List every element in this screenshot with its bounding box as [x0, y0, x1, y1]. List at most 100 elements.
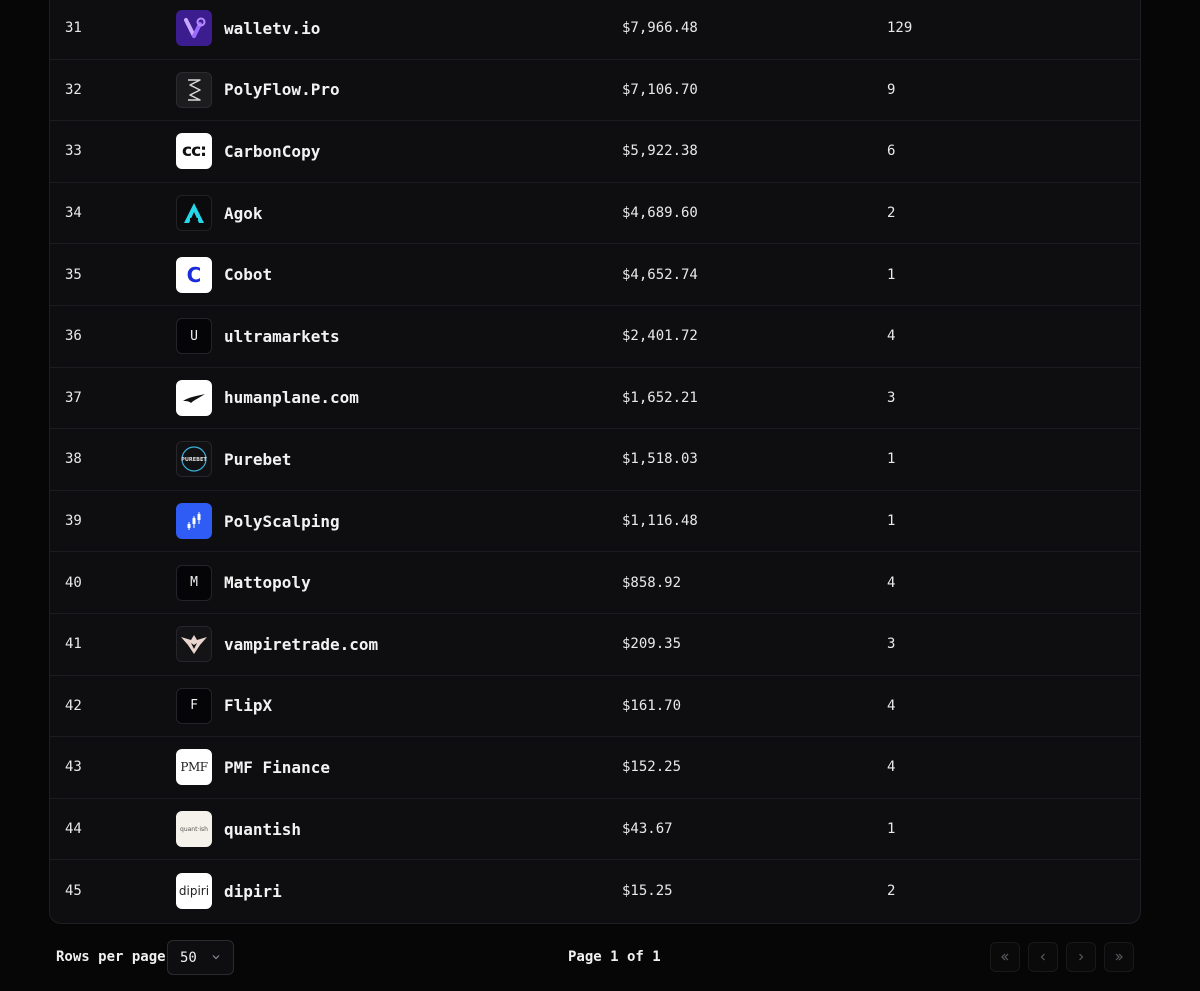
- carboncopy-icon: cc:: [176, 133, 212, 170]
- count-cell: 9: [887, 81, 896, 98]
- purebet-icon: PUREBET: [176, 441, 212, 478]
- rank-cell: 34: [65, 205, 82, 222]
- name-cell: Agok: [176, 195, 263, 232]
- rank-cell: 45: [65, 883, 82, 900]
- app-name: Mattopoly: [224, 573, 311, 593]
- rank-cell: 35: [65, 266, 82, 283]
- rows-per-page-label: Rows per page: [56, 949, 166, 965]
- polyflow-icon: [176, 71, 212, 108]
- table-row[interactable]: 43 PMF PMF Finance $152.25 4: [50, 737, 1140, 799]
- chevron-left-icon: [1040, 953, 1045, 961]
- first-page-button[interactable]: [990, 942, 1020, 972]
- app-name: ultramarkets: [224, 326, 340, 346]
- name-cell: PolyFlow.Pro: [176, 71, 340, 108]
- table-row[interactable]: 38 PUREBET Purebet $1,518.03 1: [50, 429, 1140, 491]
- pagination-footer: Rows per page 50 Page 1 of 1: [0, 925, 1200, 991]
- rank-cell: 31: [65, 20, 82, 37]
- leaderboard-table: 31 walletv.io $7,966.48 129 32 PolyFlow.…: [49, 0, 1141, 924]
- rank-cell: 43: [65, 759, 82, 776]
- table-row[interactable]: 40 M Mattopoly $858.92 4: [50, 552, 1140, 614]
- app-name: FlipX: [224, 696, 273, 716]
- name-cell: walletv.io: [176, 10, 321, 47]
- volume-cell: $7,106.70: [622, 81, 698, 98]
- volume-cell: $152.25: [622, 759, 682, 776]
- rank-cell: 38: [65, 451, 82, 468]
- quantish-icon: quant·ish: [176, 811, 212, 848]
- name-cell: humanplane.com: [176, 379, 359, 416]
- volume-cell: $1,116.48: [622, 513, 698, 530]
- table-row[interactable]: 31 walletv.io $7,966.48 129: [50, 0, 1140, 60]
- name-cell: PMF PMF Finance: [176, 749, 330, 786]
- count-cell: 129: [887, 20, 913, 37]
- letter-m-icon: M: [176, 564, 212, 601]
- volume-cell: $858.92: [622, 574, 682, 591]
- last-page-button[interactable]: [1104, 942, 1134, 972]
- name-cell: vampiretrade.com: [176, 626, 379, 663]
- name-cell: M Mattopoly: [176, 564, 311, 601]
- rank-cell: 44: [65, 821, 82, 838]
- table-row[interactable]: 42 F FlipX $161.70 4: [50, 676, 1140, 738]
- volume-cell: $7,966.48: [622, 20, 698, 37]
- count-cell: 6: [887, 143, 896, 160]
- count-cell: 4: [887, 697, 896, 714]
- chevron-right-icon: [1079, 953, 1084, 961]
- volume-cell: $161.70: [622, 697, 682, 714]
- app-name: walletv.io: [224, 18, 321, 38]
- name-cell: dipiri dipiri: [176, 873, 282, 910]
- table-row[interactable]: 44 quant·ish quantish $43.67 1: [50, 799, 1140, 861]
- dipiri-icon: dipiri: [176, 873, 212, 910]
- svg-text:PUREBET: PUREBET: [181, 457, 207, 463]
- app-name: CarbonCopy: [224, 141, 321, 161]
- pagination-controls: [990, 942, 1134, 972]
- table-row[interactable]: 35 C Cobot $4,652.74 1: [50, 244, 1140, 306]
- count-cell: 2: [887, 205, 896, 222]
- table-row[interactable]: 33 cc: CarbonCopy $5,922.38 6: [50, 121, 1140, 183]
- pmf-icon: PMF: [176, 749, 212, 786]
- count-cell: 1: [887, 266, 896, 283]
- chevrons-right-icon: [1115, 953, 1123, 961]
- volume-cell: $15.25: [622, 883, 673, 900]
- app-name: PolyScalping: [224, 511, 340, 531]
- app-name: humanplane.com: [224, 388, 359, 408]
- letter-u-icon: U: [176, 318, 212, 355]
- rank-cell: 41: [65, 636, 82, 653]
- name-cell: PUREBET Purebet: [176, 441, 291, 478]
- rank-cell: 40: [65, 574, 82, 591]
- table-row[interactable]: 32 PolyFlow.Pro $7,106.70 9: [50, 60, 1140, 122]
- app-name: vampiretrade.com: [224, 634, 379, 654]
- count-cell: 4: [887, 574, 896, 591]
- count-cell: 4: [887, 759, 896, 776]
- volume-cell: $2,401.72: [622, 328, 698, 345]
- table-row[interactable]: 41 vampiretrade.com $209.35 3: [50, 614, 1140, 676]
- app-name: quantish: [224, 819, 302, 839]
- letter-f-icon: F: [176, 687, 212, 724]
- table-row[interactable]: 37 humanplane.com $1,652.21 3: [50, 368, 1140, 430]
- table-row[interactable]: 34 Agok $4,689.60 2: [50, 183, 1140, 245]
- rows-per-page-value: 50: [180, 949, 197, 966]
- rows-per-page-select[interactable]: 50: [167, 940, 234, 975]
- volume-cell: $1,652.21: [622, 389, 698, 406]
- count-cell: 4: [887, 328, 896, 345]
- polyscalping-icon: [176, 503, 212, 540]
- table-row[interactable]: 45 dipiri dipiri $15.25 2: [50, 860, 1140, 922]
- table-row[interactable]: 36 U ultramarkets $2,401.72 4: [50, 306, 1140, 368]
- next-page-button[interactable]: [1066, 942, 1096, 972]
- chevron-down-icon: [211, 950, 221, 966]
- cobot-icon: C: [176, 256, 212, 293]
- humanplane-icon: [176, 379, 212, 416]
- volume-cell: $43.67: [622, 821, 673, 838]
- agok-icon: [176, 195, 212, 232]
- volume-cell: $209.35: [622, 636, 682, 653]
- app-name: PolyFlow.Pro: [224, 80, 340, 100]
- table-row[interactable]: 39 PolyScalping $1,116.48 1: [50, 491, 1140, 553]
- count-cell: 3: [887, 636, 896, 653]
- rank-cell: 37: [65, 389, 82, 406]
- vampiretrade-icon: [176, 626, 212, 663]
- app-name: PMF Finance: [224, 757, 330, 777]
- previous-page-button[interactable]: [1028, 942, 1058, 972]
- count-cell: 1: [887, 513, 896, 530]
- chevrons-left-icon: [1001, 953, 1009, 961]
- name-cell: cc: CarbonCopy: [176, 133, 321, 170]
- app-name: Cobot: [224, 265, 273, 285]
- app-name: Agok: [224, 203, 263, 223]
